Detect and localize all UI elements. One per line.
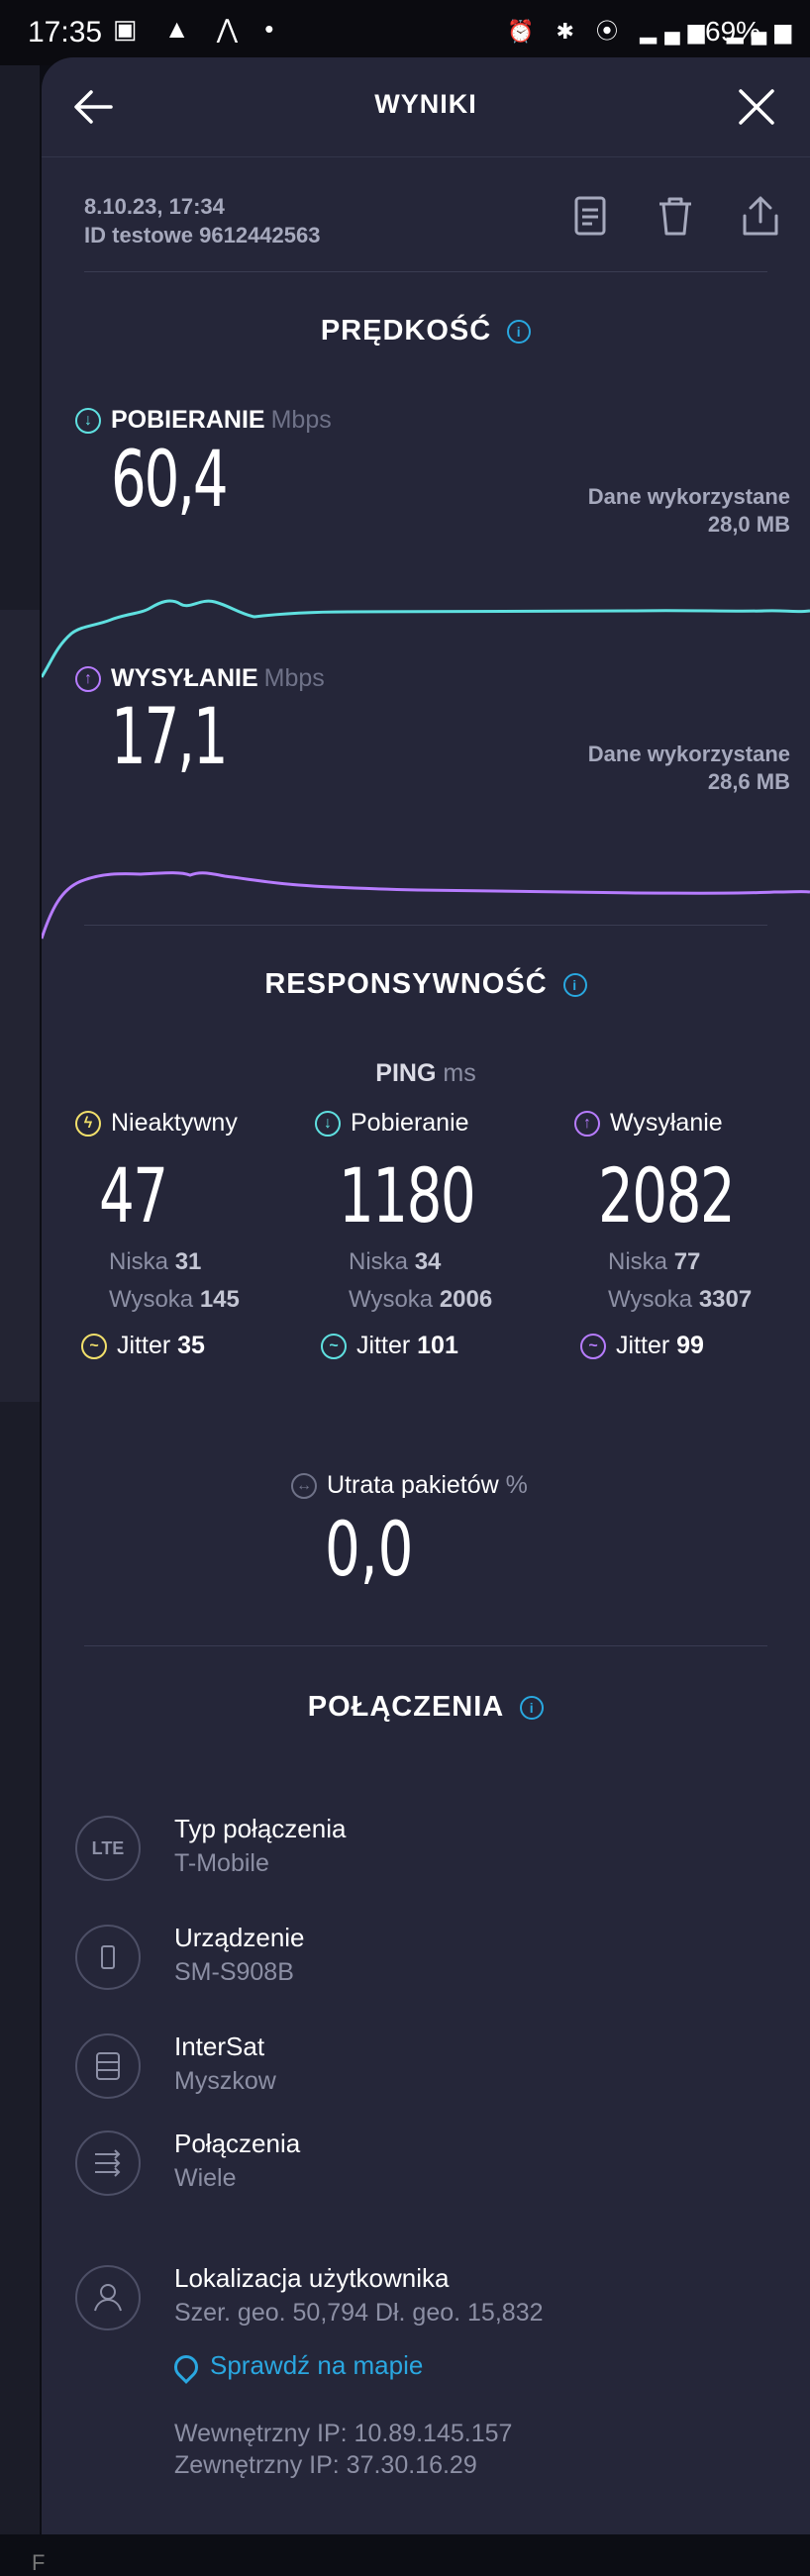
server-icon [75, 2033, 141, 2099]
background-app: F [0, 65, 45, 2575]
map-pin-icon [169, 2350, 203, 2385]
ping-idle-value: 47 [99, 1151, 168, 1239]
info-icon[interactable]: i [520, 1696, 545, 1721]
ping-upload-value: 2082 [598, 1151, 736, 1239]
upload-arrow-icon: ↑ [574, 1111, 600, 1138]
ping-idle: ϟ Nieaktywny 47 Niska 31 Wysoka 145 ~ Jitt… [75, 1109, 313, 1360]
trash-icon[interactable] [654, 194, 697, 238]
upload-arrow-icon: ↑ [75, 666, 101, 693]
ping-upload-high: Wysoka 3307 [608, 1286, 753, 1313]
jitter-icon: ~ [321, 1334, 347, 1360]
status-bar: 17:35 ▣ ▲ ⋀ • ⏰ ✱ ⦿ ▂▄▆ ▂▄▆ 69% [0, 0, 810, 65]
internal-ip: Wewnętrzny IP: 10.89.145.157 [174, 2420, 513, 2447]
page-title: WYNIKI [374, 89, 477, 119]
external-ip: Zewnętrzny IP: 37.30.16.29 [174, 2451, 477, 2479]
upload-label: ↑ WYSYŁANIE Mbps [75, 664, 325, 693]
ping-download-high: Wysoka 2006 [349, 1286, 493, 1313]
upload-data-used: Dane wykorzystane 28,6 MB [587, 742, 790, 794]
view-on-map-link[interactable]: Sprawdź na mapie [169, 2350, 423, 2385]
connections-section-title: POŁĄCZENIA i [42, 1691, 810, 1724]
results-sheet: WYNIKI 8.10.23, 17:34 ID testowe 9612442… [42, 57, 810, 2534]
jitter-icon: ~ [580, 1334, 606, 1360]
packet-loss-value: 0,0 [325, 1505, 414, 1593]
user-icon [75, 2265, 141, 2330]
battery-level: 69% [705, 16, 761, 47]
ping-idle-high: Wysoka 145 [109, 1286, 240, 1313]
status-time: 17:35 [28, 16, 103, 49]
download-arrow-icon: ↓ [315, 1111, 341, 1138]
info-icon[interactable]: i [507, 320, 532, 345]
ping-download-low: Niska 34 [349, 1248, 442, 1275]
download-arrow-icon: ↓ [75, 408, 101, 435]
phone-icon [75, 1925, 141, 1990]
notification-icons: ▣ ▲ ⋀ • [113, 14, 284, 44]
ping-download-value: 1180 [339, 1151, 476, 1239]
packet-loss-icon: ↔ [291, 1473, 317, 1500]
packet-loss-label: ↔ Utrata pakietów % [291, 1471, 528, 1500]
speed-section-title: PRĘDKOŚĆ i [42, 315, 810, 347]
ping-upload-jitter: ~ Jitter 99 [580, 1332, 810, 1360]
document-icon[interactable] [568, 194, 612, 238]
multi-connection-icon [75, 2130, 141, 2196]
ping-header: PING ms [375, 1059, 476, 1087]
ping-idle-low: Niska 31 [109, 1248, 202, 1275]
divider [84, 925, 767, 926]
test-id: ID testowe 9612442563 [84, 223, 321, 248]
ping-upload: ↑ Wysyłanie 2082 Niska 77 Wysoka 3307 ~ Ji… [574, 1109, 810, 1360]
test-meta: 8.10.23, 17:34 ID testowe 9612442563 [84, 192, 321, 249]
idle-icon: ϟ [75, 1111, 101, 1138]
ping-upload-low: Niska 77 [608, 1248, 701, 1275]
test-date: 8.10.23, 17:34 [84, 194, 225, 219]
ping-download: ↓ Pobieranie 1180 Niska 34 Wysoka 2006 ~ J… [315, 1109, 553, 1360]
jitter-icon: ~ [81, 1334, 107, 1360]
download-speed-value: 60,4 [111, 436, 229, 525]
info-icon[interactable]: i [562, 973, 587, 998]
responsiveness-section-title: RESPONSYWNOŚĆ i [42, 968, 810, 1001]
divider [84, 1645, 767, 1646]
upload-speed-value: 17,1 [111, 693, 229, 782]
header: WYNIKI [42, 57, 810, 157]
ping-download-jitter: ~ Jitter 101 [321, 1332, 553, 1360]
close-icon[interactable] [735, 85, 778, 129]
ping-idle-jitter: ~ Jitter 35 [81, 1332, 313, 1360]
lte-icon: LTE [75, 1816, 141, 1881]
download-label: ↓ POBIERANIE Mbps [75, 406, 332, 435]
divider [84, 271, 767, 272]
share-icon[interactable] [739, 194, 782, 238]
